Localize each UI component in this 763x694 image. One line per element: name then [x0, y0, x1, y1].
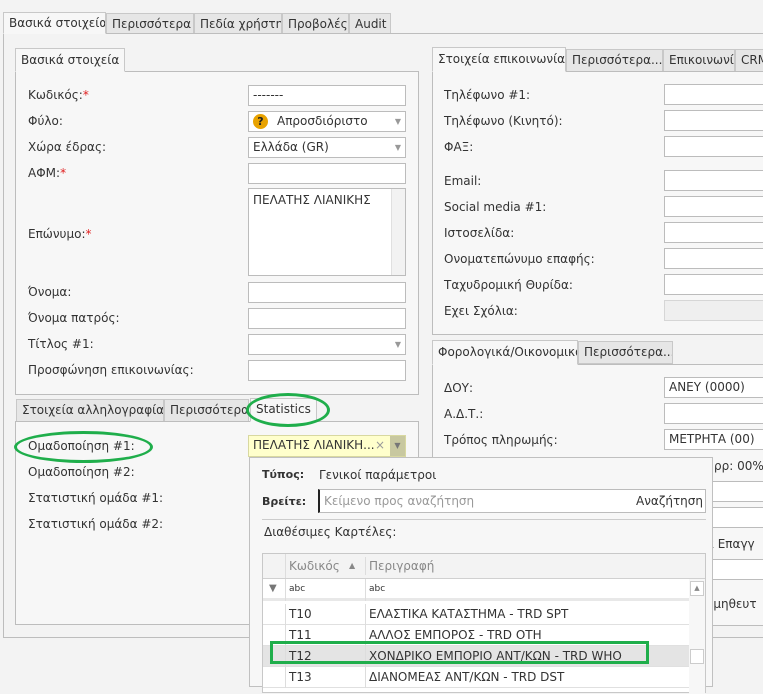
filter-row: ▼ abc abc [263, 579, 705, 601]
contact-field-input[interactable] [664, 170, 763, 191]
column-description[interactable]: Περιγραφή [369, 554, 434, 578]
tab-tax[interactable]: Φορολογικά/Οικονομικά [432, 340, 578, 365]
vat-input[interactable] [248, 163, 406, 184]
tax-office-label: ΔΟΥ: [444, 381, 474, 395]
contact-field-input[interactable] [664, 84, 763, 105]
highlight-row-t12 [270, 641, 649, 664]
chevron-down-icon: ▼ [394, 143, 401, 152]
partial-label: ρρ: 00% [714, 459, 763, 473]
firstname-label: Όνομα: [28, 285, 72, 299]
table-row[interactable]: T10 ΕΛΑΣΤΙΚΑ ΚΑΤΑΣΤΗΜΑ - TRD SPT [263, 604, 691, 625]
contact-field-input[interactable] [664, 274, 763, 295]
id-card-input[interactable] [664, 403, 763, 424]
salutation-input[interactable] [248, 360, 406, 381]
row-code: T10 [289, 607, 312, 621]
chevron-down-icon: ▼ [394, 117, 401, 126]
column-code[interactable]: Κωδικός [289, 554, 340, 578]
tab-tax-more[interactable]: Περισσότερα... [578, 341, 673, 364]
grouping2-label: Ομαδοποίηση #2: [28, 465, 135, 479]
table-row[interactable]: T13 ΔΙΑΝΟΜΕΑΣ ΑΝΤ/ΚΩΝ - TRD DST [263, 667, 691, 688]
grid-header: Κωδικός ▲ Περιγραφή [263, 554, 705, 579]
dropdown-button[interactable]: ▼ [390, 436, 405, 456]
available-label: Διαθέσιμες Καρτέλες: [264, 525, 397, 539]
id-card-label: Α.Δ.Τ.: [444, 407, 484, 421]
scroll-up-icon[interactable]: ▲ [690, 581, 704, 596]
contact-field-label: Email: [444, 174, 482, 188]
tax-office-input[interactable]: ΑΝΕΥ (0000) [664, 377, 763, 398]
contact-field-label: ΦΑΞ: [444, 140, 474, 154]
surname-textarea[interactable]: ΠΕΛΑΤΗΣ ΛΙΑΝΙΚΗΣ [248, 188, 406, 276]
payment-input[interactable]: ΜΕΤΡΗΤΑ (00) [664, 429, 763, 450]
contact-field-label: Ταχυδρομική Θυρίδα: [444, 278, 573, 292]
scrollbar[interactable] [391, 189, 405, 275]
tab-crm[interactable]: CRM [735, 49, 763, 72]
payment-label: Τρόπος πληρωμής: [444, 433, 558, 447]
stat-group1-label: Στατιστική ομάδα #1: [28, 491, 164, 505]
firstname-input[interactable] [248, 282, 406, 303]
grouping1-combo[interactable]: ΠΕΛΑΤΗΣ ΛΙΑΝΙΚΗ... × ▼ [248, 435, 406, 457]
contact-field-label: Ονοματεπώνυμο επαφής: [444, 252, 595, 266]
vat-label: ΑΦΜ:* [28, 166, 67, 180]
surname-label: Επώνυμο:* [28, 227, 92, 241]
cards-grid: Κωδικός ▲ Περιγραφή ▼ abc abc T10 ΕΛΑΣΤΙΚ… [262, 553, 706, 694]
tab-communication[interactable]: Επικοινωνία [663, 49, 735, 72]
highlight-grouping [14, 431, 153, 463]
stat-group2-label: Στατιστική ομάδα #2: [28, 517, 164, 531]
tab-contact-more[interactable]: Περισσότερα... [566, 49, 663, 72]
highlight-statistics [246, 393, 330, 427]
title-select[interactable]: ▼ [248, 334, 406, 355]
row-description: ΕΛΑΣΤΙΚΑ ΚΑΤΑΣΤΗΜΑ - TRD SPT [369, 607, 569, 621]
contact-field-label: Εχει Σχόλια: [444, 304, 518, 318]
tab-contact[interactable]: Στοιχεία επικοινωνίας [432, 47, 566, 72]
contact-field-label: Τηλέφωνο (Κινητό): [444, 114, 563, 128]
partial-label: ομηθευτ [706, 597, 757, 611]
row-code: T13 [289, 670, 312, 684]
type-value: Γενικοί παράμετροι [319, 468, 437, 482]
contact-field-input [664, 300, 763, 321]
partial-label: α Επαγγ [706, 537, 755, 551]
tab-correspondence[interactable]: Στοιχεία αλληλογραφίας [16, 399, 164, 422]
tab-more-lower[interactable]: Περισσότερα [164, 399, 249, 422]
salutation-label: Προσφώνηση επικοινωνίας: [28, 363, 194, 377]
contact-field-label: Ιστοσελίδα: [444, 226, 515, 240]
chevron-down-icon: ▼ [394, 340, 401, 349]
title-label: Τίτλος #1: [28, 337, 94, 351]
sort-asc-icon: ▲ [349, 561, 356, 570]
contact-field-input[interactable] [664, 110, 763, 131]
gender-label: Φύλο: [28, 114, 63, 128]
search-input[interactable]: Κείμενο προς αναζήτηση Αναζήτηση [318, 489, 706, 513]
filter-code[interactable]: abc [289, 579, 305, 600]
country-label: Χώρα έδρας: [28, 140, 107, 154]
divider [262, 519, 706, 520]
contact-field-label: Social media #1: [444, 200, 547, 214]
father-name-input[interactable] [248, 308, 406, 329]
contact-field-input[interactable] [664, 222, 763, 243]
question-icon: ? [253, 114, 268, 129]
tab-basic-inner[interactable]: Βασικά στοιχεία [15, 48, 125, 72]
tab-basic[interactable]: Βασικά στοιχεία [3, 12, 106, 34]
filter-icon: ▼ [269, 583, 277, 594]
find-label: Βρείτε: [262, 495, 307, 508]
contact-field-label: Τηλέφωνο #1: [444, 88, 531, 102]
father-name-label: Όνομα πατρός: [28, 311, 120, 325]
contact-field-input[interactable] [664, 248, 763, 269]
contact-field-input[interactable] [664, 136, 763, 157]
code-label: Κωδικός:* [28, 88, 89, 102]
code-input[interactable]: ------- [248, 85, 406, 106]
filter-description[interactable]: abc [369, 579, 385, 600]
country-select[interactable]: Ελλάδα (GR) ▼ [248, 137, 406, 158]
type-label: Τύπος: [262, 468, 305, 481]
gender-select[interactable]: Απροσδιόριστο? ▼ [248, 111, 406, 132]
row-description: ΔΙΑΝΟΜΕΑΣ ΑΝΤ/ΚΩΝ - TRD DST [369, 670, 565, 684]
contact-field-input[interactable] [664, 196, 763, 217]
search-button[interactable]: Αναζήτηση [636, 490, 703, 512]
clear-icon[interactable]: × [375, 436, 385, 455]
